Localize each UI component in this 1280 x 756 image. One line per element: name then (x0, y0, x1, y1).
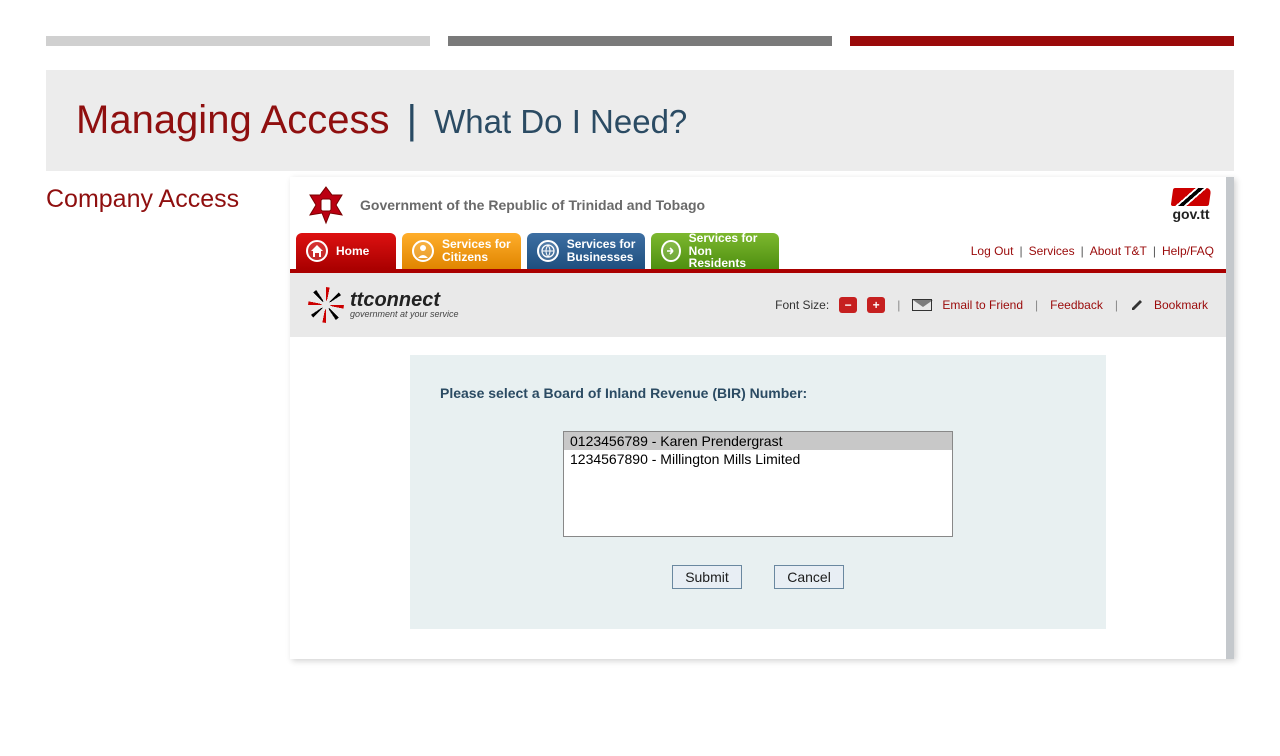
email-friend-link[interactable]: Email to Friend (942, 298, 1023, 312)
arrow-icon (661, 240, 680, 262)
help-link[interactable]: Help/FAQ (1162, 244, 1214, 258)
envelope-icon (912, 299, 932, 311)
page-tools: Font Size: − + | Email to Friend | Feedb… (775, 297, 1208, 313)
slide-side-label: Company Access (46, 177, 266, 659)
nav-home-label: Home (336, 245, 369, 258)
accent-bar (850, 36, 1234, 46)
slide-title: Managing Access | What Do I Need? (76, 98, 1204, 143)
nav-citizens-label: Services for Citizens (442, 238, 511, 263)
font-decrease-button[interactable]: − (839, 297, 857, 313)
slide-title-sub: What Do I Need? (434, 103, 687, 140)
nav-home[interactable]: Home (296, 233, 396, 269)
accent-bar (448, 36, 832, 46)
ttconnect-star-icon (308, 287, 344, 323)
person-icon (412, 240, 434, 262)
ttconnect-wordmark: ttconnect (350, 291, 459, 309)
list-item[interactable]: 1234567890 - Millington Mills Limited (564, 450, 952, 468)
font-increase-button[interactable]: + (867, 297, 885, 313)
services-link[interactable]: Services (1029, 244, 1075, 258)
embedded-browser-window: Government of the Republic of Trinidad a… (290, 177, 1234, 659)
slide-title-bar: Managing Access | What Do I Need? (46, 70, 1234, 171)
nav-citizens[interactable]: Services for Citizens (402, 233, 521, 269)
bookmark-link[interactable]: Bookmark (1154, 298, 1208, 312)
govtt-logo: gov.tt (1172, 188, 1210, 222)
feedback-link[interactable]: Feedback (1050, 298, 1103, 312)
ttconnect-logo: ttconnect government at your service (308, 287, 459, 323)
gov-header: Government of the Republic of Trinidad a… (290, 177, 1226, 233)
logout-link[interactable]: Log Out (971, 244, 1014, 258)
govtt-label: gov.tt (1172, 206, 1209, 222)
coat-of-arms-icon (302, 185, 350, 225)
form-area: Please select a Board of Inland Revenue … (290, 337, 1226, 659)
font-size-label: Font Size: (775, 298, 829, 312)
main-nav: Home Services for Citizens Services for … (290, 233, 1226, 269)
nav-nonres-label: Services for Non Residents (689, 233, 770, 269)
nav-non-residents[interactable]: Services for Non Residents (651, 233, 779, 269)
company-access-label: Company Access (46, 185, 266, 214)
nav-utility-links: Log Out| Services| About T&T| Help/FAQ (971, 244, 1214, 258)
submit-button[interactable]: Submit (672, 565, 742, 589)
tt-flag-icon (1171, 188, 1212, 206)
bir-select-heading: Please select a Board of Inland Revenue … (440, 385, 1076, 401)
accent-bar (46, 36, 430, 46)
globe-icon (537, 240, 559, 262)
bir-select-panel: Please select a Board of Inland Revenue … (410, 355, 1106, 629)
slide-title-separator: | (407, 98, 417, 142)
nav-businesses[interactable]: Services for Businesses (527, 233, 646, 269)
cancel-button[interactable]: Cancel (774, 565, 844, 589)
bir-number-listbox[interactable]: 0123456789 - Karen Prendergrast 12345678… (563, 431, 953, 537)
nav-business-label: Services for Businesses (567, 238, 636, 263)
ttconnect-tagline: government at your service (350, 309, 459, 319)
slide-title-main: Managing Access (76, 98, 390, 142)
pencil-icon (1130, 298, 1144, 312)
brand-toolbar: ttconnect government at your service Fon… (290, 273, 1226, 337)
about-link[interactable]: About T&T (1090, 244, 1147, 258)
form-buttons: Submit Cancel (440, 565, 1076, 589)
list-item[interactable]: 0123456789 - Karen Prendergrast (564, 432, 952, 450)
home-icon (306, 240, 328, 262)
gov-header-title: Government of the Republic of Trinidad a… (360, 197, 705, 213)
slide-accent-bars (46, 36, 1234, 46)
